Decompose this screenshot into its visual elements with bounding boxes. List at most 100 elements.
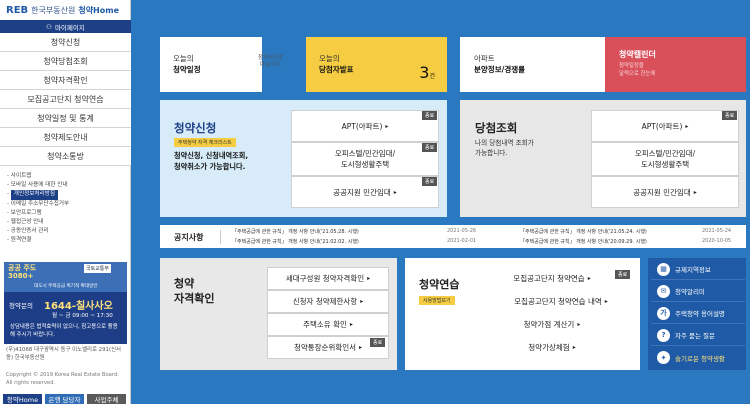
notice-divider xyxy=(220,230,221,244)
winner-label-2: 당첨자발표 xyxy=(319,65,354,74)
notice-title[interactable]: 공지사항 xyxy=(174,232,203,243)
notice-date: 2020-10-05 xyxy=(702,238,732,244)
apt-label-1: 아파트 xyxy=(474,54,495,63)
apply-officetel-button[interactable]: 오피스텔/민간임대/도시형생활주택 xyxy=(291,142,439,176)
footer-links: - 사이트맵 - 모바일 사용에 대한 안내 - 개인정보처리방침 - 이메일 … xyxy=(7,172,69,246)
quick-alert[interactable]: ✉ 청약알리미 xyxy=(651,281,745,302)
practice-virtual-button[interactable]: 청약가상체험 ▸ xyxy=(490,336,614,359)
link-sitemap[interactable]: - 사이트맵 xyxy=(7,172,69,181)
quick-wise-life[interactable]: ✦ 슬기로운 청약생활 xyxy=(651,347,745,368)
bottom-business-button[interactable]: 사업주체 xyxy=(87,394,126,404)
quick-faq[interactable]: ? 자주 묻는 질문 xyxy=(651,325,745,346)
qualify-closed-tag: 종료 xyxy=(370,338,386,347)
qualify-household-button[interactable]: 세대구성원 청약자격확인 ▸ xyxy=(267,267,389,290)
call-center: 청약문의 1644-칠사사오 월 ~ 금 09:00 ~ 17:30 상담내용은… xyxy=(4,292,127,344)
link-security[interactable]: - 보안프로그램 xyxy=(7,209,69,218)
qualify-ownership-button[interactable]: 주택소유 확인 ▸ xyxy=(267,313,389,336)
link-cert[interactable]: - 공동인증서 관리 xyxy=(7,227,69,236)
practice-apt-button[interactable]: 모집공고단지 청약연습 ▸ xyxy=(490,267,614,290)
today-winner-card[interactable]: 오늘의 당첨자발표 3건 xyxy=(306,37,447,92)
apply-desc: 청약신청, 신청내역조회, 청약취소가 가능합니다. xyxy=(174,150,248,172)
mypage-label: 마이페이지 xyxy=(54,23,85,32)
qualify-title-1: 청약 xyxy=(174,277,195,290)
winner-label-1: 오늘의 xyxy=(319,54,340,63)
link-privacy[interactable]: - 개인정보처리방침 xyxy=(7,190,69,200)
winner-panel: 당첨조회 나의 당첨내역 조회가 가능합니다. APT(아파트) ▸ 종료 오피스… xyxy=(460,100,746,217)
practice-title: 청약연습 xyxy=(419,278,460,291)
question-icon: ? xyxy=(657,328,670,342)
call-label: 청약문의 xyxy=(9,302,33,310)
banner-ministry: 국토교통부 xyxy=(84,264,112,273)
apt-info-card[interactable]: 아파트 분양정보/경쟁률 xyxy=(460,37,605,92)
copyright: Copyright © 2019 Korea Real Estate Board… xyxy=(6,372,119,386)
schedule-note: 청약시간이 아닙니다. xyxy=(258,55,283,69)
quick-regulation[interactable]: ▦ 규제지역정보 xyxy=(651,259,745,280)
notice-date: 2021-05-24 xyxy=(702,228,732,234)
link-remote[interactable]: - 원격연결 xyxy=(7,236,69,245)
link-mobile[interactable]: - 모바일 사용에 대한 안내 xyxy=(7,181,69,190)
schedule-note-2: 아닙니다. xyxy=(259,62,282,68)
notice-item[interactable]: 「주택공급에 관한 규칙」 개정 사항 안내('21.05.28. 시행) xyxy=(232,228,359,235)
banner-sub: 대도시 주택공급 획기적 확대방안 xyxy=(34,284,98,289)
winner-apt-button[interactable]: APT(아파트) ▸ xyxy=(591,110,739,142)
mypage-button[interactable]: ⚇ 마이페이지 xyxy=(0,20,131,33)
practice-panel: 청약연습 사용방법보기 모집공고단지 청약연습 ▸ 종료 모집공고단지 청약연습 … xyxy=(405,258,640,370)
call-note: 상담내용은 법적효력이 없으니, 참고용으로 활용해 주시기 바랍니다. xyxy=(10,324,118,338)
policy-banner[interactable]: 공공 주도 3080+ 국토교통부 대도시 주택공급 획기적 확대방안 xyxy=(4,262,127,292)
qualify-title-2: 자격확인 xyxy=(174,292,215,305)
apply-apt-button[interactable]: APT(아파트) ▸ xyxy=(291,110,439,142)
menu-guide[interactable]: 청약제도안내 xyxy=(0,128,131,147)
notice-item[interactable]: 「주택공급에 관한 규칙」 개정 사항 안내('20.09.29. 시행) xyxy=(520,238,647,245)
map-icon: ▦ xyxy=(657,262,670,276)
call-number: 1644-칠사사오 xyxy=(44,301,113,312)
menu-qualify[interactable]: 청약자격확인 xyxy=(0,71,131,90)
menu-practice[interactable]: 모집공고단지 청약연습 xyxy=(0,90,131,109)
practice-calculator-button[interactable]: 청약가점 계산기 ▸ xyxy=(490,313,614,336)
link-email[interactable]: - 이메일 주소무단수집거부 xyxy=(7,200,69,209)
apply-title: 청약신청 xyxy=(174,121,217,135)
apply-panel: 청약신청 주택청약 자격 체크리스트 청약신청, 신청내역조회, 청약취소가 가… xyxy=(160,100,447,217)
logo[interactable]: REB 한국부동산원 청약Home xyxy=(6,2,119,18)
practice-history-button[interactable]: 모집공고단지 청약연습 내역 ▸ xyxy=(490,290,632,313)
menu-community[interactable]: 청약소통방 xyxy=(0,147,131,166)
apply-closed-tag: 종료 xyxy=(422,111,438,120)
winner-desc-1: 나의 당첨내역 조회가 xyxy=(475,139,534,147)
calendar-card[interactable]: 청약캘린더 청약일정을 달력으로 한눈에 xyxy=(605,37,746,92)
qualify-restriction-button[interactable]: 신청자 청약제한사항 ▸ xyxy=(267,290,389,313)
address: (우)41068 대구광역시 동구 이노밸리로 291(신서동) 한국부동산원 xyxy=(6,347,121,361)
quick-glossary[interactable]: 가 주택청약 용어설명 xyxy=(651,303,745,324)
qualify-panel: 청약 자격확인 세대구성원 청약자격확인 ▸ 신청자 청약제한사항 ▸ 주택소유 확… xyxy=(160,258,397,370)
winner-count: 3건 xyxy=(419,63,435,82)
calendar-sub-1: 청약일정을 xyxy=(619,63,644,69)
logo-mark: REB xyxy=(6,4,29,16)
apt-label-2: 분양정보/경쟁률 xyxy=(474,65,526,74)
bottom-bank-button[interactable]: 은행 담당자 xyxy=(45,394,84,404)
winner-desc: 나의 당첨내역 조회가 가능합니다. xyxy=(475,138,534,158)
checklist-badge[interactable]: 주택청약 자격 체크리스트 xyxy=(174,138,236,147)
menu-winner[interactable]: 청약당첨조회 xyxy=(0,52,131,71)
mail-icon: ✉ xyxy=(657,284,670,298)
notice-bar: 공지사항 「주택공급에 관한 규칙」 개정 사항 안내('21.05.28. 시… xyxy=(160,225,746,248)
today-schedule-card[interactable]: 오늘의 청약일정 xyxy=(160,37,260,92)
schedule-label-1: 오늘의 xyxy=(173,54,194,63)
qualify-title: 청약 자격확인 xyxy=(174,276,214,306)
bottom-home-button[interactable]: 청약Home xyxy=(3,394,42,404)
link-accessibility[interactable]: - 웹접근성 안내 xyxy=(7,218,69,227)
apply-desc-2: 청약취소가 가능합니다. xyxy=(174,162,246,171)
winner-officetel-button[interactable]: 오피스텔/민간임대/도시형생활주택 xyxy=(591,142,739,176)
menu-apply[interactable]: 청약신청 xyxy=(0,33,131,52)
menu-stats[interactable]: 청약일정 및 통계 xyxy=(0,109,131,128)
winner-title: 당첨조회 xyxy=(475,121,518,135)
notice-item[interactable]: 「주택공급에 관한 규칙」 개정 사항 안내('21.02.02. 시행) xyxy=(232,238,359,245)
logo-org: 한국부동산원 xyxy=(31,5,76,15)
winner-desc-2: 가능합니다. xyxy=(475,149,508,157)
winner-closed-tag: 종료 xyxy=(722,111,738,120)
winner-public-button[interactable]: 공공지원 민간임대 ▸ xyxy=(591,176,739,208)
call-hours: 월 ~ 금 09:00 ~ 17:30 xyxy=(52,313,113,319)
apply-public-button[interactable]: 공공지원 민간임대 ▸ xyxy=(291,176,439,208)
schedule-label-2: 청약일정 xyxy=(173,65,201,74)
howto-badge[interactable]: 사용방법보기 xyxy=(419,296,455,305)
sidebar: REB 한국부동산원 청약Home ⚇ 마이페이지 청약신청 청약당첨조회 청약… xyxy=(0,0,131,404)
notice-item[interactable]: 「주택공급에 관한 규칙」 개정 사항 안내('21.05.24. 시행) xyxy=(520,228,647,235)
calendar-title: 청약캘린더 xyxy=(619,50,656,59)
